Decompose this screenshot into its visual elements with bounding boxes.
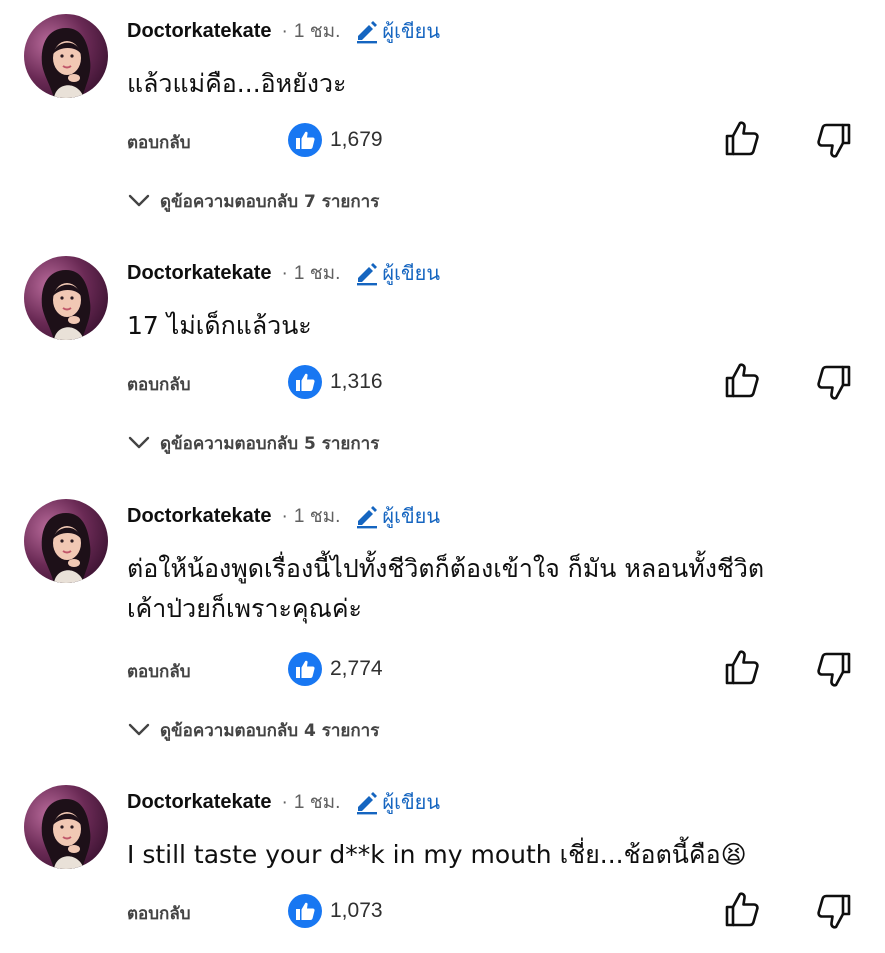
like-count: 1,679 [330,128,383,151]
comment-header: Doctorkatekate · 1 ชม. ผู้เขียน [127,16,440,46]
pencil-icon [357,506,378,529]
comment-header: Doctorkatekate · 1 ชม. ผู้เขียน [127,787,440,817]
creator-badge: ผู้เขียน [354,257,440,289]
reply-button[interactable]: ตอบกลับ [127,900,191,927]
creator-label: ผู้เขียน [382,792,441,814]
like-summary: 1,073 [287,893,383,929]
time-value: 1 ชม. [293,792,341,813]
thumb-up-icon[interactable] [722,119,762,159]
reply-button[interactable]: ตอบกลับ [127,371,191,398]
comment-header: Doctorkatekate · 1 ชม. ผู้เขียน [127,501,440,531]
creator-badge: ผู้เขียน [354,786,440,818]
comment-actions: ตอบกลับ 1,679 [0,119,885,165]
timestamp[interactable]: · 1 ชม. [282,501,341,531]
facebook-like-icon [288,123,322,157]
comment-text: แล้วแม่คือ...อิหยังวะ [127,64,857,104]
facebook-like-icon [288,894,322,928]
view-replies-button[interactable]: ดูข้อความตอบกลับ 5 รายการ [128,428,379,458]
like-summary: 1,316 [287,364,383,400]
author-name[interactable]: Doctorkatekate [127,20,272,43]
creator-label: ผู้เขียน [382,263,441,285]
thumb-down-icon[interactable] [814,891,854,931]
reply-button[interactable]: ตอบกลับ [127,129,191,156]
thumb-up-icon[interactable] [722,890,762,930]
comment-text-content: แล้วแม่คือ...อิหยังวะ [127,69,347,98]
thumb-down-icon[interactable] [814,649,854,689]
thumb-down-icon[interactable] [814,362,854,402]
tired-face-emoji: 😫 [720,840,747,869]
comment-actions: ตอบกลับ 1,316 [0,361,885,407]
timestamp[interactable]: · 1 ชม. [282,258,341,288]
time-value: 1 ชม. [293,506,341,527]
chevron-down-icon [128,436,150,449]
comment-text: 17 ไม่เด็กแล้วนะ [127,306,857,346]
thumb-down-icon[interactable] [814,120,854,160]
time-value: 1 ชม. [293,21,341,42]
avatar[interactable] [24,256,108,340]
creator-badge: ผู้เขียน [354,500,440,532]
comment-text: I still taste your d**k in my mouth เชี่… [127,835,857,875]
view-replies-label: ดูข้อความตอบกลับ 7 รายการ [160,191,380,212]
like-count: 1,073 [330,899,383,922]
creator-label: ผู้เขียน [382,506,441,528]
avatar[interactable] [24,499,108,583]
timestamp[interactable]: · 1 ชม. [282,16,341,46]
comment-text-content: 17 ไม่เด็กแล้วนะ [127,311,312,340]
like-summary: 1,679 [287,122,383,158]
reply-button[interactable]: ตอบกลับ [127,658,191,685]
like-summary: 2,774 [287,651,383,687]
thumb-up-icon[interactable] [722,648,762,688]
comment-text-content: ต่อให้น้องพูดเรื่องนี้ไปทั้งชีวิตก็ต้องเ… [127,554,765,623]
comment-text-content: I still taste your d**k in my mouth เชี่… [127,840,721,869]
thumb-up-icon[interactable] [722,361,762,401]
like-count: 1,316 [330,370,383,393]
facebook-like-icon [288,365,322,399]
comment-header: Doctorkatekate · 1 ชม. ผู้เขียน [127,258,440,288]
pencil-icon [357,21,378,44]
comment-text: ต่อให้น้องพูดเรื่องนี้ไปทั้งชีวิตก็ต้องเ… [127,549,857,629]
view-replies-button[interactable]: ดูข้อความตอบกลับ 7 รายการ [128,186,379,216]
pencil-icon [357,263,378,286]
view-replies-label: ดูข้อความตอบกลับ 4 รายการ [160,720,380,741]
avatar[interactable] [24,785,108,869]
view-replies-button[interactable]: ดูข้อความตอบกลับ 4 รายการ [128,715,379,745]
author-name[interactable]: Doctorkatekate [127,505,272,528]
facebook-like-icon [288,652,322,686]
chevron-down-icon [128,194,150,207]
time-value: 1 ชม. [293,263,341,284]
like-count: 2,774 [330,657,383,680]
author-name[interactable]: Doctorkatekate [127,262,272,285]
view-replies-label: ดูข้อความตอบกลับ 5 รายการ [160,433,380,454]
comment-actions: ตอบกลับ 1,073 [0,890,885,936]
creator-badge: ผู้เขียน [354,15,440,47]
pencil-icon [357,792,378,815]
chevron-down-icon [128,723,150,736]
avatar[interactable] [24,14,108,98]
timestamp[interactable]: · 1 ชม. [282,787,341,817]
creator-label: ผู้เขียน [382,21,441,43]
author-name[interactable]: Doctorkatekate [127,791,272,814]
comment-actions: ตอบกลับ 2,774 [0,648,885,694]
